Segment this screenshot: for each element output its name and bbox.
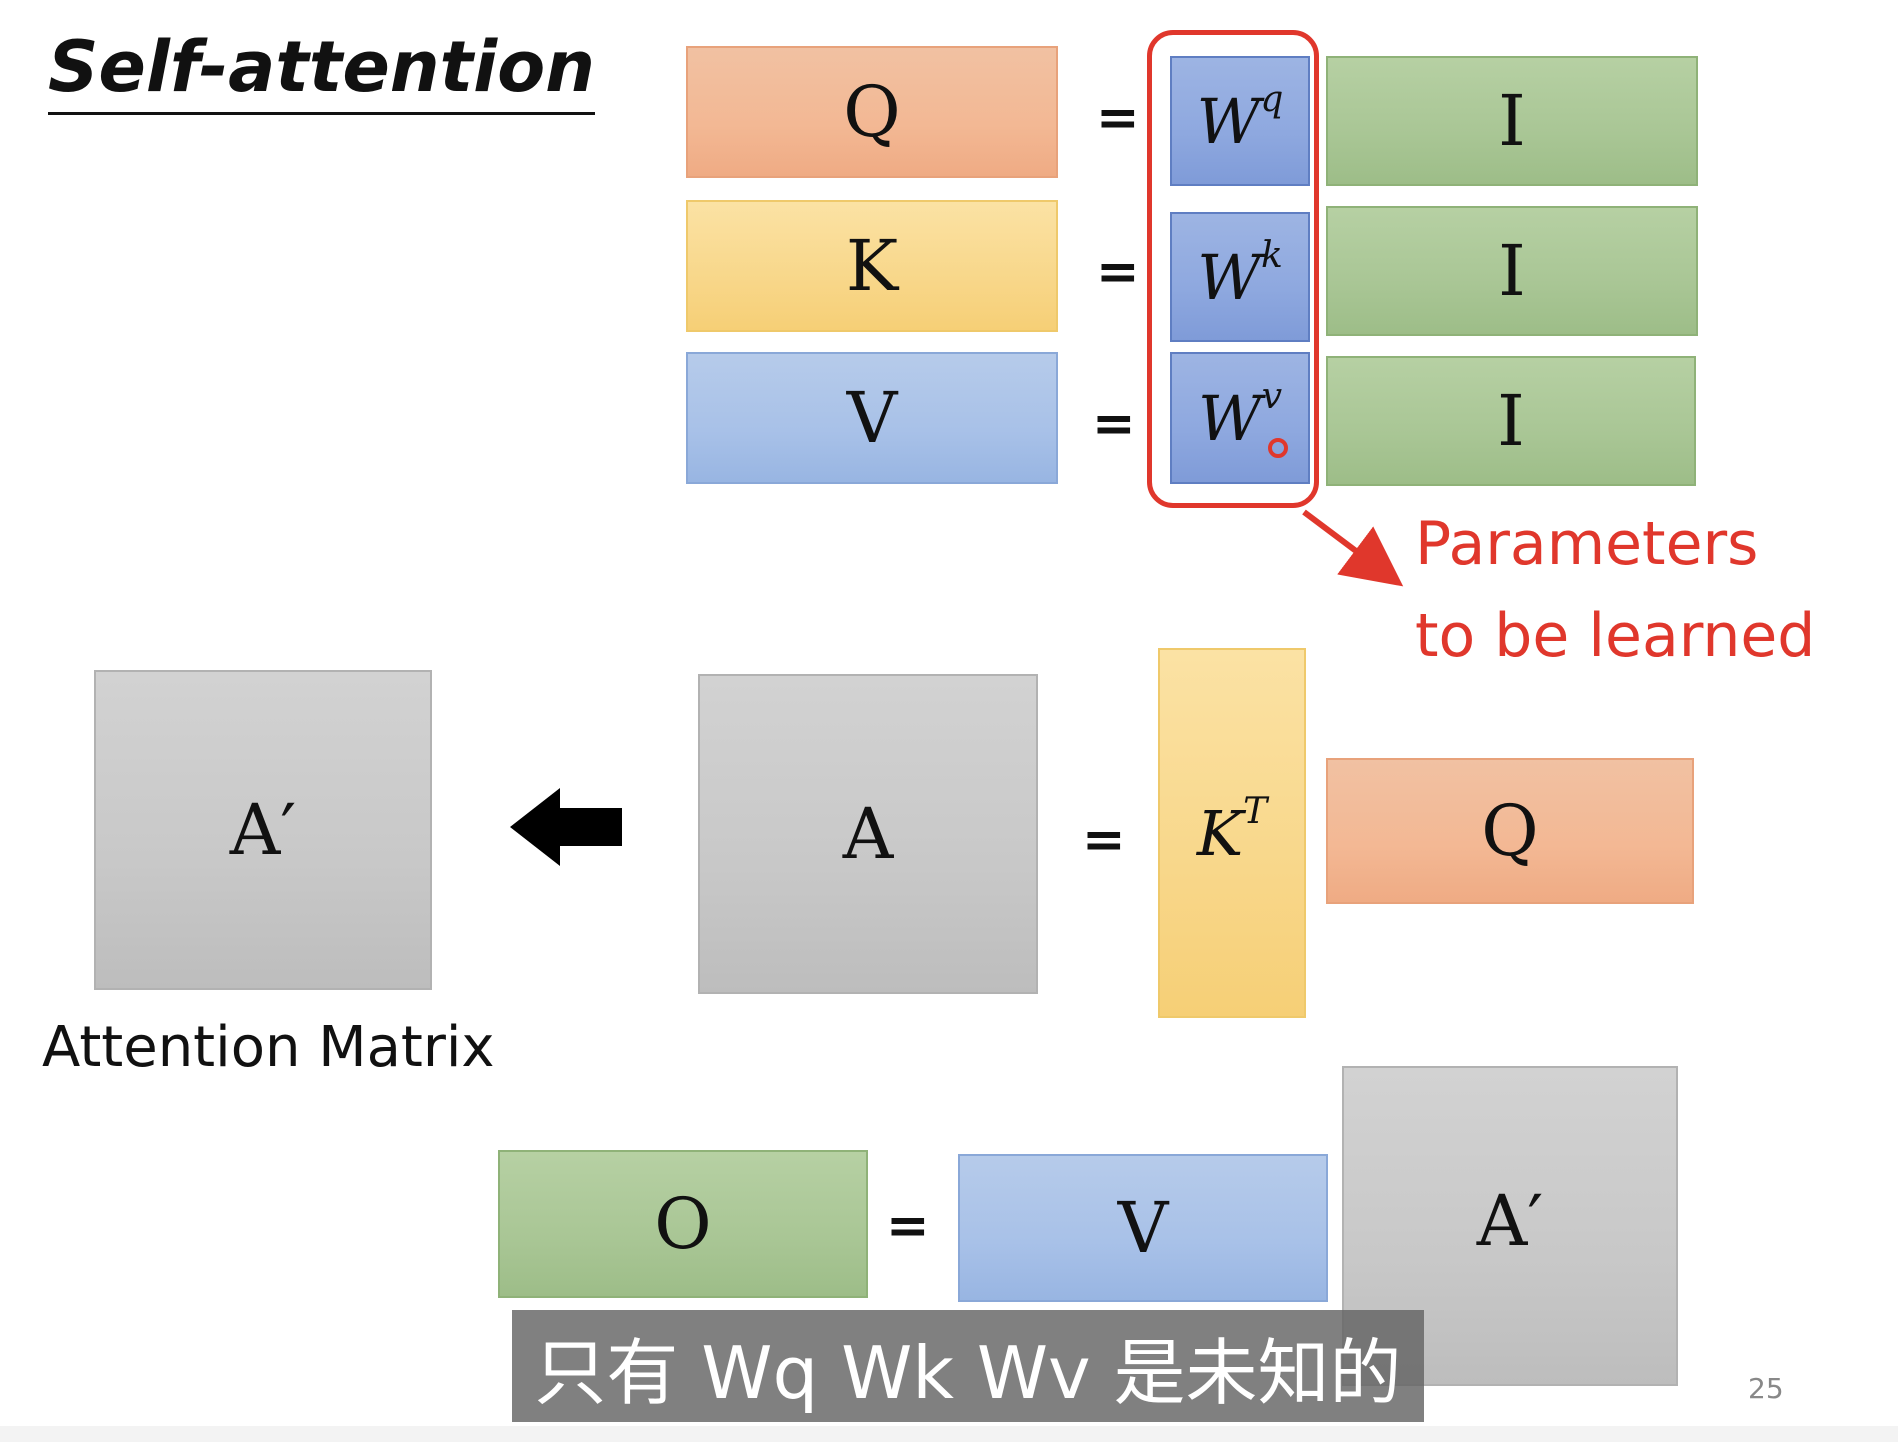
v-matrix-output: V xyxy=(958,1154,1328,1302)
q-label: Q xyxy=(1481,790,1539,872)
pointer-dot-icon xyxy=(1268,438,1288,458)
attention-matrix: A xyxy=(698,674,1038,994)
a-label: A xyxy=(842,793,894,875)
a-prime-label: A′ xyxy=(1476,1180,1544,1262)
equals-sign: = xyxy=(1082,810,1126,870)
video-subtitle: 只有 Wq Wk Wv 是未知的 xyxy=(512,1310,1424,1422)
arrow-left-icon xyxy=(510,788,622,866)
bottom-edge xyxy=(0,1426,1898,1442)
normalized-attention-matrix: A′ xyxy=(94,670,432,990)
output-matrix: O xyxy=(498,1150,868,1298)
k-transpose-matrix: KT xyxy=(1158,648,1306,1018)
a-prime-label: A′ xyxy=(229,789,297,871)
annotation-line-1: Parameters xyxy=(1415,509,1759,579)
annotation-arrow-icon xyxy=(1302,509,1404,587)
equals-sign: = xyxy=(886,1196,930,1256)
page-number: 25 xyxy=(1748,1372,1784,1405)
kt-label: KT xyxy=(1196,790,1268,870)
q-matrix-attention: Q xyxy=(1326,758,1694,904)
slide: Self-attention Q = Wq I K = Wk I V = Wv … xyxy=(0,0,1898,1442)
v-label: V xyxy=(1117,1187,1169,1269)
attention-matrix-caption: Attention Matrix xyxy=(42,1015,495,1080)
parameters-annotation: Parameters to be learned xyxy=(1415,498,1815,682)
o-label: O xyxy=(654,1183,712,1265)
annotation-line-2: to be learned xyxy=(1415,601,1816,671)
